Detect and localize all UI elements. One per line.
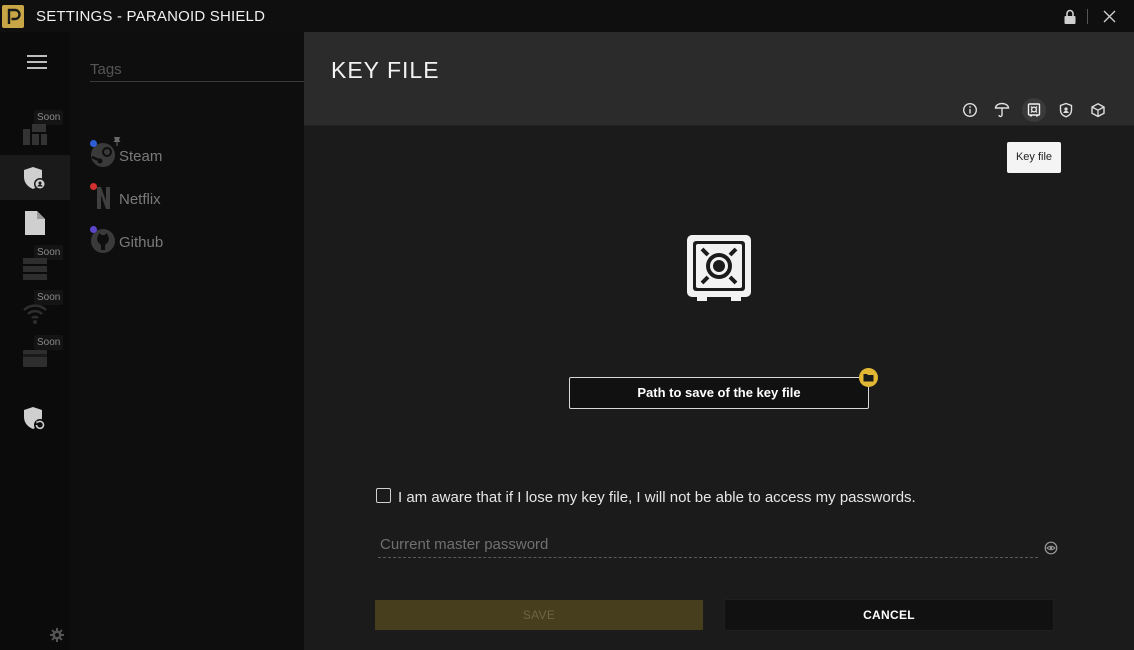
settings-gear-icon[interactable] xyxy=(50,628,64,642)
folder-icon xyxy=(863,374,874,382)
key-file-button[interactable] xyxy=(1022,98,1046,122)
window-title: SETTINGS - PARANOID SHIELD xyxy=(36,8,266,25)
close-icon[interactable] xyxy=(1103,10,1116,23)
list-item-steam[interactable]: Steam xyxy=(90,138,304,174)
list-item-netflix[interactable]: Netflix xyxy=(90,181,304,217)
cancel-button[interactable]: CANCEL xyxy=(724,599,1054,631)
shield-user-icon xyxy=(1059,102,1073,118)
key-file-panel: KEY FILE Key file Path to save of the ke… xyxy=(304,32,1134,650)
umbrella-icon xyxy=(994,102,1010,118)
entry-color-dot xyxy=(90,183,97,190)
dashboard-icon xyxy=(23,124,47,145)
rail-item-servers[interactable]: Soon xyxy=(0,245,70,290)
rail-item-wifi[interactable]: Soon xyxy=(0,290,70,335)
panel-header: KEY FILE xyxy=(304,32,1134,126)
info-icon xyxy=(962,102,978,118)
save-button[interactable]: SAVE xyxy=(375,600,703,630)
package-button[interactable] xyxy=(1086,98,1110,122)
rail-item-passwords[interactable] xyxy=(0,155,70,200)
server-icon xyxy=(23,258,47,280)
side-rail: Soon Soon Soon Soon xyxy=(0,32,70,650)
title-separator xyxy=(1087,9,1088,24)
key-file-path-button[interactable]: Path to save of the key file xyxy=(569,377,869,409)
title-bar: SETTINGS - PARANOID SHIELD xyxy=(0,0,1134,32)
entries-panel: Steam Netflix Github xyxy=(70,32,304,650)
rail-item-cards[interactable]: Soon xyxy=(0,335,70,380)
entry-name: Github xyxy=(119,234,164,251)
tags-filter-input[interactable] xyxy=(90,58,304,82)
rail-item-dashboard[interactable]: Soon xyxy=(0,110,70,155)
umbrella-button[interactable] xyxy=(990,98,1014,122)
safe-large-icon xyxy=(687,235,751,301)
shield-button[interactable] xyxy=(1054,98,1078,122)
eye-icon[interactable] xyxy=(1044,541,1058,555)
info-button[interactable] xyxy=(958,98,982,122)
entry-name: Steam xyxy=(119,148,163,165)
master-password-input[interactable] xyxy=(378,532,1038,558)
rail-item-backup[interactable] xyxy=(0,395,70,440)
hamburger-menu-icon[interactable] xyxy=(27,54,47,70)
wifi-icon xyxy=(23,304,47,324)
credit-card-icon xyxy=(23,350,47,367)
app-logo-icon xyxy=(2,5,24,28)
entry-color-dot xyxy=(90,226,97,233)
browse-folder-button[interactable] xyxy=(859,368,878,387)
list-item-github[interactable]: Github xyxy=(90,224,304,260)
entry-name: Netflix xyxy=(119,191,161,208)
aware-checkbox-label: I am aware that if I lose my key file, I… xyxy=(398,489,916,506)
rail-item-notes[interactable] xyxy=(0,200,70,245)
document-icon xyxy=(25,211,45,235)
shield-refresh-icon xyxy=(24,407,46,431)
key-file-tooltip: Key file xyxy=(1007,142,1061,173)
page-title: KEY FILE xyxy=(331,57,440,83)
lock-icon[interactable] xyxy=(1063,9,1077,25)
aware-checkbox[interactable] xyxy=(376,488,391,503)
entry-color-dot xyxy=(90,140,97,147)
cube-icon xyxy=(1091,103,1105,118)
shield-user-icon xyxy=(24,167,46,190)
safe-icon xyxy=(1027,103,1041,117)
